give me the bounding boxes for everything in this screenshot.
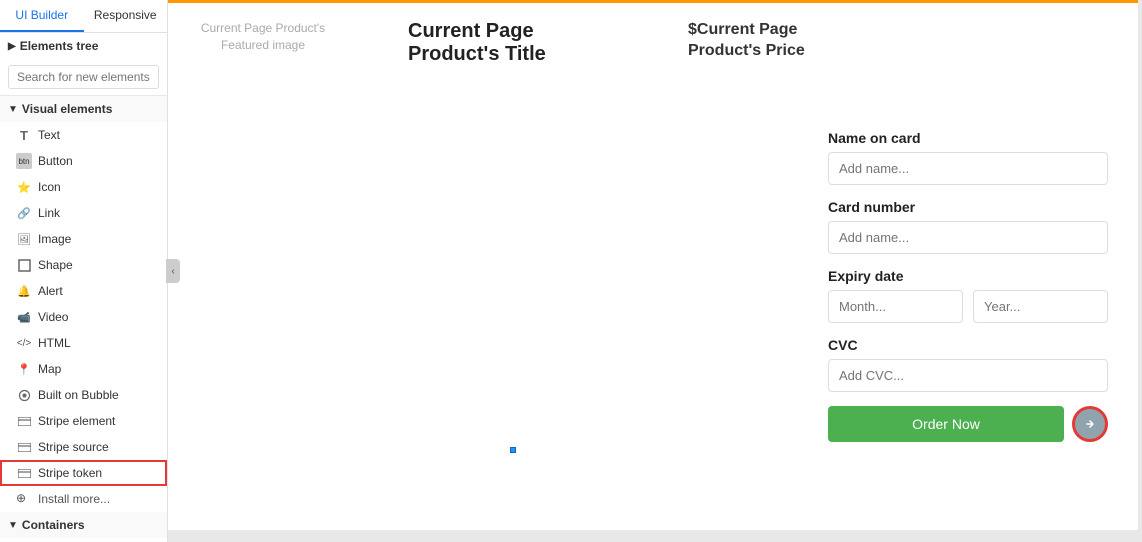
sidebar-item-label: Install more...	[38, 492, 110, 506]
icon-icon: ⭐	[16, 179, 32, 195]
order-now-button[interactable]: Order Now	[828, 406, 1064, 442]
cvc-input[interactable]	[828, 359, 1108, 392]
elements-tree-header[interactable]: ▶ Elements tree	[0, 33, 167, 59]
sidebar-item-label: Shape	[38, 258, 73, 272]
sidebar-item-stripe-element[interactable]: Stripe element	[0, 408, 167, 434]
circle-action-button[interactable]	[1072, 406, 1108, 442]
canvas-container: Current Page Product's Featured image Cu…	[168, 0, 1142, 542]
containers-label: Containers	[22, 518, 85, 532]
canvas: Current Page Product's Featured image Cu…	[168, 0, 1138, 530]
sidebar-item-label: Icon	[38, 180, 61, 194]
sidebar-item-label: Alert	[38, 284, 63, 298]
text-icon: T	[16, 127, 32, 143]
alert-icon: 🔔	[16, 283, 32, 299]
sidebar-item-install-more[interactable]: ⊕ Install more...	[0, 486, 167, 512]
expiry-row	[828, 290, 1108, 323]
sidebar-item-label: Text	[38, 128, 60, 142]
sidebar-item-label: Button	[38, 154, 73, 168]
small-square-indicator	[510, 447, 516, 453]
card-number-label: Card number	[828, 199, 1108, 215]
sidebar-item-label: Built on Bubble	[38, 388, 119, 402]
sidebar-item-label: Video	[38, 310, 68, 324]
sidebar-item-icon[interactable]: ⭐ Icon	[0, 174, 167, 200]
card-number-field: Card number	[828, 199, 1108, 254]
install-more-icon: ⊕	[16, 491, 32, 507]
section-visual-elements[interactable]: ▼ Visual elements	[0, 96, 167, 122]
section-label: Visual elements	[22, 102, 113, 116]
sidebar-item-map[interactable]: 📍 Map	[0, 356, 167, 382]
sidebar-tabs: UI Builder Responsive	[0, 0, 167, 33]
order-now-row: Order Now	[828, 406, 1108, 442]
sidebar-item-label: Link	[38, 206, 60, 220]
sidebar-item-stripe-source[interactable]: Stripe source	[0, 434, 167, 460]
sidebar-item-label: Image	[38, 232, 71, 246]
expiry-date-label: Expiry date	[828, 268, 1108, 284]
tab-responsive[interactable]: Responsive	[84, 0, 168, 32]
stripe-token-icon	[16, 465, 32, 481]
sidebar-item-stripe-token[interactable]: Stripe token	[0, 460, 167, 486]
product-title-placeholder: Current Page Product's Title	[408, 20, 608, 66]
sidebar-item-label: Stripe source	[38, 440, 109, 454]
expiry-date-field: Expiry date	[828, 268, 1108, 323]
sidebar-item-built-on-bubble[interactable]: Built on Bubble	[0, 382, 167, 408]
video-icon: 📹	[16, 309, 32, 325]
card-number-input[interactable]	[828, 221, 1108, 254]
sidebar-item-link[interactable]: 🔗 Link	[0, 200, 167, 226]
sidebar-item-label: Stripe element	[38, 414, 115, 428]
link-icon: 🔗	[16, 205, 32, 221]
sidebar-item-label: Map	[38, 362, 61, 376]
sidebar-item-label: HTML	[38, 336, 71, 350]
name-on-card-field: Name on card	[828, 130, 1108, 185]
main-canvas-area: Current Page Product's Featured image Cu…	[168, 0, 1142, 542]
name-on-card-label: Name on card	[828, 130, 1108, 146]
html-icon: </>	[16, 335, 32, 351]
sidebar-item-label: Stripe token	[38, 466, 102, 480]
section-arrow: ▼	[8, 104, 18, 115]
sidebar-item-text[interactable]: T Text	[0, 122, 167, 148]
canvas-header-row: Current Page Product's Featured image Cu…	[168, 0, 1138, 76]
stripe-source-icon	[16, 439, 32, 455]
sidebar-item-alert[interactable]: 🔔 Alert	[0, 278, 167, 304]
sidebar-collapse-arrow[interactable]: ‹	[166, 259, 180, 283]
product-image-placeholder: Current Page Product's Featured image	[198, 20, 328, 54]
sidebar-item-button[interactable]: btn Button	[0, 148, 167, 174]
sidebar-item-image[interactable]: 🖼 Image	[0, 226, 167, 252]
top-orange-bar	[168, 0, 1138, 3]
month-input[interactable]	[828, 290, 963, 323]
stripe-element-icon	[16, 413, 32, 429]
section-containers[interactable]: ▼ Containers	[0, 512, 167, 538]
elements-tree-label: Elements tree	[20, 39, 99, 53]
cvc-label: CVC	[828, 337, 1108, 353]
bubble-icon	[16, 387, 32, 403]
sidebar-item-html[interactable]: </> HTML	[0, 330, 167, 356]
year-input[interactable]	[973, 290, 1108, 323]
map-icon: 📍	[16, 361, 32, 377]
form-section: Name on card Card number Expiry date	[828, 130, 1108, 442]
sidebar-item-video[interactable]: 📹 Video	[0, 304, 167, 330]
tab-ui-builder[interactable]: UI Builder	[0, 0, 84, 32]
image-icon: 🖼	[16, 231, 32, 247]
sidebar: UI Builder Responsive ▶ Elements tree ▼ …	[0, 0, 168, 542]
shape-icon	[16, 257, 32, 273]
button-icon: btn	[16, 153, 32, 169]
search-input[interactable]	[8, 65, 159, 89]
sidebar-item-group[interactable]: Group	[0, 538, 167, 542]
sidebar-item-shape[interactable]: Shape	[0, 252, 167, 278]
product-price-placeholder: $Current Page Product's Price	[688, 20, 838, 62]
containers-arrow: ▼	[8, 520, 18, 531]
elements-tree-arrow: ▶	[8, 41, 16, 52]
search-bar-container	[0, 59, 167, 96]
cvc-field: CVC	[828, 337, 1108, 392]
name-on-card-input[interactable]	[828, 152, 1108, 185]
